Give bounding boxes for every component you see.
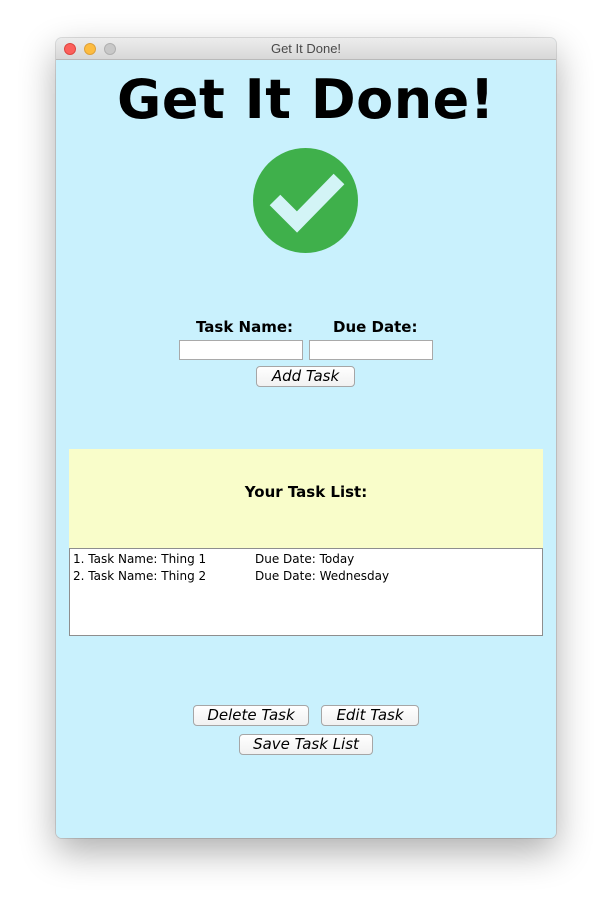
task-due-text: Due Date: Today <box>255 552 355 566</box>
due-date-input[interactable] <box>309 340 433 360</box>
checkmark-circle-icon <box>253 148 358 253</box>
task-list-header: Your Task List: <box>69 449 543 548</box>
app-window: Get It Done! Get It Done! Task Name: Due… <box>56 38 556 838</box>
due-date-label: Due Date: <box>333 318 418 336</box>
title-bar[interactable]: Get It Done! <box>56 38 556 60</box>
add-task-button[interactable]: Add Task <box>256 366 355 387</box>
main-panel: Get It Done! Task Name: Due Date: Add Ta… <box>56 60 556 838</box>
task-due-text: Due Date: Wednesday <box>255 569 390 583</box>
task-list[interactable]: 1. Task Name: Thing 1 Due Date: Today 2.… <box>69 548 543 636</box>
task-name-label: Task Name: <box>196 318 294 336</box>
delete-task-button[interactable]: Delete Task <box>193 705 309 726</box>
list-item[interactable]: 2. Task Name: Thing 2 Due Date: Wednesda… <box>70 568 542 585</box>
window-title: Get It Done! <box>270 41 342 56</box>
task-list-heading: Your Task List: <box>244 483 368 501</box>
list-item[interactable]: 1. Task Name: Thing 1 Due Date: Today <box>70 551 542 568</box>
edit-task-button[interactable]: Edit Task <box>321 705 419 726</box>
app-title: Get It Done! <box>117 68 495 131</box>
task-name-input[interactable] <box>179 340 303 360</box>
task-name-text: 2. Task Name: Thing 2 <box>73 569 207 583</box>
save-task-list-button[interactable]: Save Task List <box>239 734 373 755</box>
task-name-text: 1. Task Name: Thing 1 <box>73 552 207 566</box>
